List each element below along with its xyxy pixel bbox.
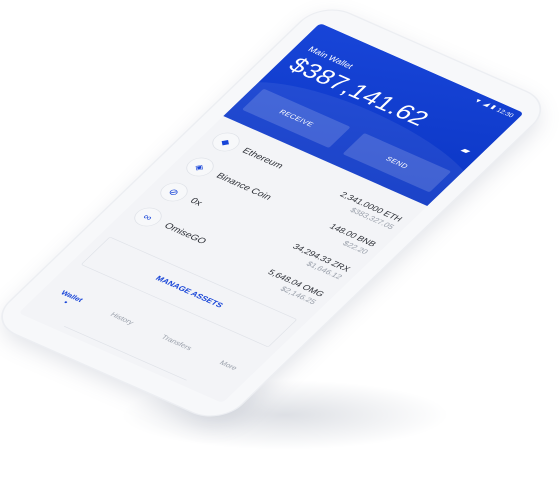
omisego-icon: ∞ (128, 204, 168, 230)
nav-transfers[interactable]: Transfers (139, 334, 193, 372)
nav-more[interactable]: More (197, 360, 238, 392)
asset-name: Ethereum (240, 145, 287, 171)
chat-icon[interactable]: ▰ (458, 145, 474, 157)
wallet-screen: ▼ ◢ ▮ 12:30 Main Wallet $387,141.62 ▰ RE… (18, 23, 525, 403)
status-time: 12:30 (495, 106, 516, 119)
asset-name: 0x (188, 195, 206, 208)
ethereum-icon: ◆ (206, 129, 246, 155)
zrx-icon: ⊘ (154, 179, 194, 205)
asset-name: OmiseGO (162, 220, 210, 246)
binance-icon: ◈ (180, 154, 220, 180)
nav-label: Wallet (58, 289, 85, 304)
phone-mockup: ▼ ◢ ▮ 12:30 Main Wallet $387,141.62 ▰ RE… (0, 2, 554, 424)
nav-wallet[interactable]: Wallet (38, 290, 84, 324)
active-indicator (63, 300, 68, 304)
